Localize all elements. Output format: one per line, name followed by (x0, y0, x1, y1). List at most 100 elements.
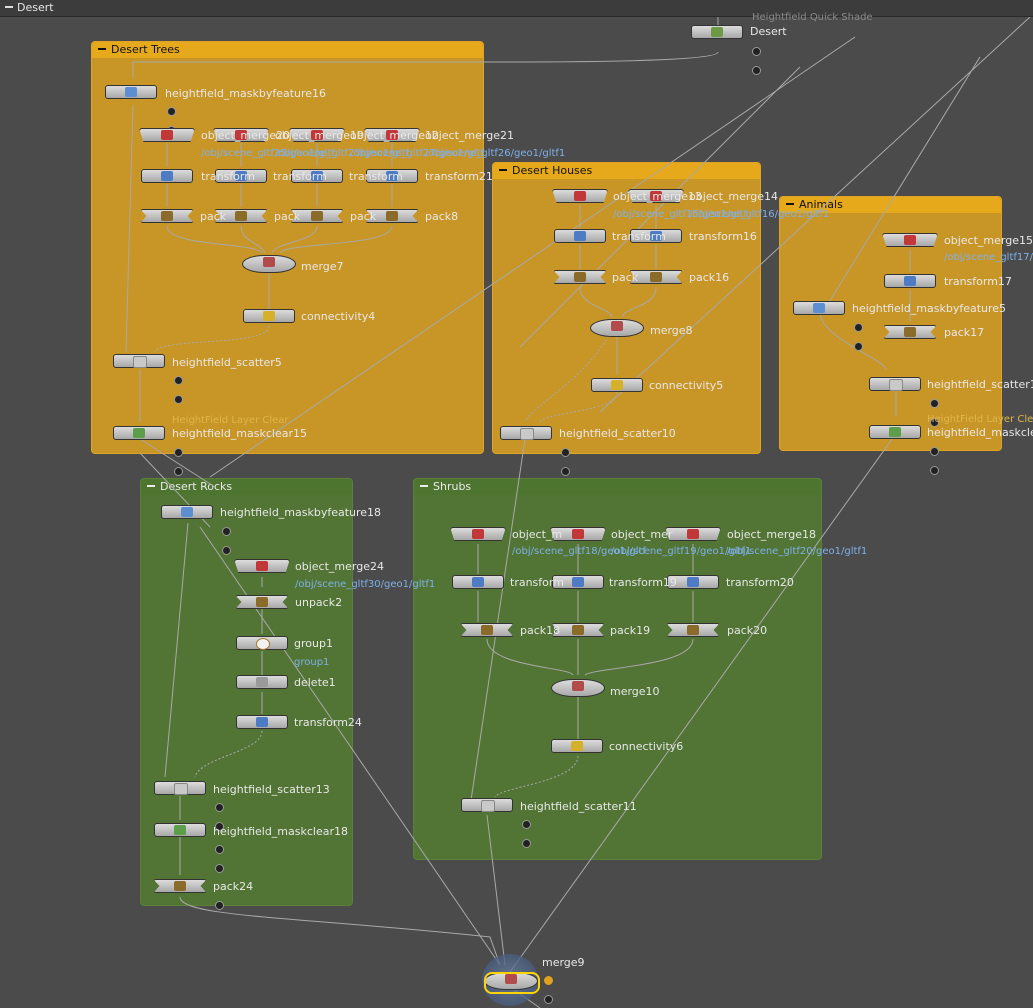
node-flags[interactable] (174, 442, 194, 476)
scatter-icon (133, 356, 147, 368)
node-pack24[interactable] (153, 879, 207, 893)
node-object-merge18[interactable] (665, 527, 721, 541)
connectivity-icon (263, 311, 275, 321)
node-pack[interactable] (553, 270, 607, 284)
node-heightfield-scatter10[interactable] (500, 426, 552, 440)
node-flags[interactable] (561, 442, 581, 476)
node-flags[interactable] (215, 895, 235, 910)
node-transform[interactable] (452, 575, 504, 589)
node-heightfield-scatter5[interactable] (113, 354, 165, 368)
node-flags[interactable] (215, 797, 235, 831)
node-flags[interactable] (544, 970, 564, 1004)
display-flag-icon[interactable] (222, 527, 231, 536)
node-flags[interactable] (522, 814, 542, 848)
node-desert[interactable] (691, 25, 743, 39)
lock-flag-icon[interactable] (522, 839, 531, 848)
node-heightfield-maskclear[interactable] (869, 425, 921, 439)
node-connectivity6[interactable] (551, 739, 603, 753)
node-path: /obj/scene_gltf16/geo1/gltf1 (689, 209, 830, 220)
node-label: merge10 (610, 685, 660, 698)
node-merge10[interactable] (551, 679, 605, 697)
node-wires (125, 17, 1031, 1008)
node-flags[interactable] (174, 370, 194, 404)
node-label: transform (349, 170, 403, 183)
display-flag-icon[interactable] (930, 399, 939, 408)
node-flags[interactable] (222, 521, 242, 555)
maskclear-icon (174, 825, 186, 835)
scatter-icon (174, 783, 188, 795)
lock-flag-icon[interactable] (174, 467, 183, 476)
node-transform[interactable] (554, 229, 606, 243)
node-pack20[interactable] (666, 623, 720, 637)
node-connectivity5[interactable] (591, 378, 643, 392)
node-heightfield-maskbyfeature18[interactable] (161, 505, 213, 519)
collapse-icon[interactable] (5, 5, 13, 8)
lock-flag-icon[interactable] (215, 864, 224, 873)
node-label: heightfield_maskbyfeature16 (165, 87, 327, 100)
node-pack18[interactable] (460, 623, 514, 637)
display-flag-icon[interactable] (167, 107, 176, 116)
display-flag-icon[interactable] (854, 323, 863, 332)
lock-flag-icon[interactable] (222, 546, 231, 555)
node-heightfield-maskbyfeature16[interactable] (105, 85, 157, 99)
node-heightfield-maskclear18[interactable] (154, 823, 206, 837)
node-delete1[interactable] (236, 675, 288, 689)
display-flag-icon[interactable] (930, 447, 939, 456)
node-object-merge15[interactable] (882, 233, 938, 247)
lock-flag-icon[interactable] (752, 66, 761, 75)
node-merge7[interactable] (242, 255, 296, 273)
network-canvas[interactable]: Desert Trees Desert Houses Animals Deser… (0, 12, 1033, 1008)
node-heightfield-scatter13[interactable] (154, 781, 206, 795)
node-object-merge13[interactable] (552, 189, 608, 203)
node-flags[interactable] (854, 317, 874, 351)
node-transform17[interactable] (884, 274, 936, 288)
node-transform[interactable] (141, 169, 193, 183)
node-transform24[interactable] (236, 715, 288, 729)
node-flags[interactable] (930, 393, 950, 427)
node-heightfield-scatter11[interactable] (461, 798, 513, 812)
delete-icon (256, 677, 268, 687)
node-label: pack (274, 210, 301, 223)
display-flag-icon[interactable] (561, 448, 570, 457)
node-object-merge24[interactable] (234, 559, 290, 573)
node-pack[interactable] (140, 209, 194, 223)
object-merge-icon (904, 235, 916, 245)
lock-flag-icon[interactable] (930, 466, 939, 475)
transform-icon (572, 577, 584, 587)
lock-flag-icon[interactable] (174, 395, 183, 404)
node-flags[interactable] (752, 41, 772, 75)
display-flag-icon[interactable] (215, 901, 224, 910)
display-flag-icon[interactable] (215, 803, 224, 812)
node-object-merge[interactable] (450, 527, 506, 541)
node-flags[interactable] (930, 441, 950, 475)
display-flag-icon[interactable] (174, 376, 183, 385)
lock-flag-icon[interactable] (561, 467, 570, 476)
display-flag-icon[interactable] (215, 845, 224, 854)
node-faint-label: HeightField Layer Clear (172, 415, 289, 426)
node-pack17[interactable] (883, 325, 937, 339)
transform-icon (256, 717, 268, 727)
node-label: object_merge15 (944, 234, 1033, 247)
node-connectivity4[interactable] (243, 309, 295, 323)
node-merge8[interactable] (590, 319, 644, 337)
warning-flag-icon[interactable] (544, 976, 553, 985)
node-label: pack (612, 271, 639, 284)
node-flags[interactable] (167, 101, 187, 135)
node-faint-label: Heightfield Quick Shade (752, 12, 873, 23)
node-label: object_merge21 (425, 129, 514, 142)
node-flags[interactable] (215, 839, 235, 873)
display-flag-icon[interactable] (522, 820, 531, 829)
node-label: delete1 (294, 676, 336, 689)
display-flag-icon[interactable] (544, 995, 553, 1004)
node-heightfield-scatter1[interactable] (869, 377, 921, 391)
node-heightfield-maskclear15[interactable] (113, 426, 165, 440)
display-flag-icon[interactable] (752, 47, 761, 56)
node-object-merge[interactable] (139, 128, 195, 142)
node-group1[interactable] (236, 636, 288, 650)
node-label: object_merge24 (295, 560, 384, 573)
display-flag-icon[interactable] (174, 448, 183, 457)
node-unpack2[interactable] (235, 595, 289, 609)
node-heightfield-maskbyfeature5[interactable] (793, 301, 845, 315)
network-path-bar[interactable]: Desert (0, 0, 1033, 17)
lock-flag-icon[interactable] (854, 342, 863, 351)
